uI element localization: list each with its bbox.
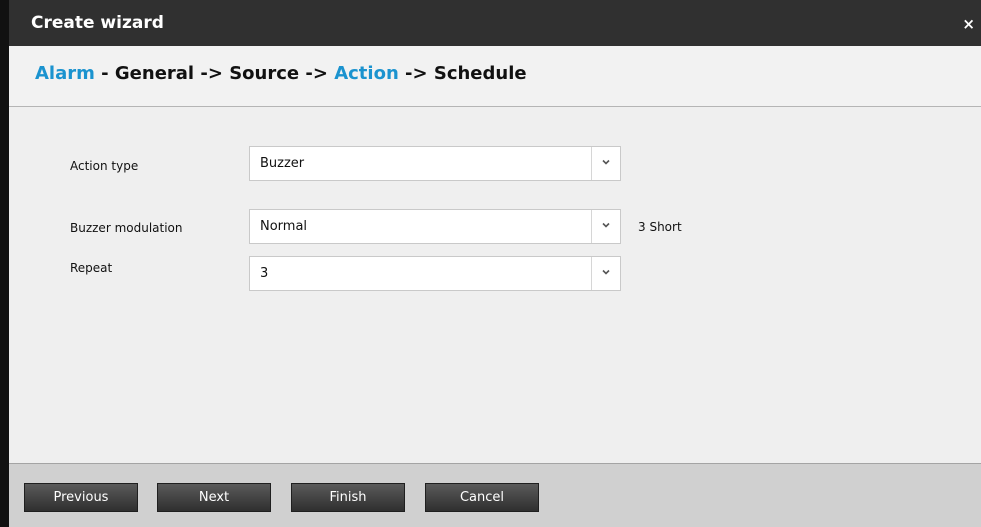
background-edge (0, 0, 9, 527)
close-icon[interactable]: × (962, 15, 975, 33)
select-divider (591, 210, 592, 243)
breadcrumb-separator: - (94, 63, 115, 84)
breadcrumb-step-general: General (114, 63, 195, 84)
chevron-down-icon (602, 222, 610, 228)
action-type-value: Buzzer (260, 156, 305, 171)
finish-button[interactable]: Finish (291, 483, 405, 512)
repeat-value: 3 (260, 266, 269, 281)
select-divider (591, 257, 592, 290)
dialog-title: Create wizard (31, 13, 164, 33)
breadcrumb: Alarm - General -> Source -> Action -> S… (9, 46, 981, 107)
action-type-select[interactable]: Buzzer (249, 146, 621, 181)
repeat-label: Repeat (70, 261, 113, 275)
breadcrumb-arrow: -> (299, 63, 335, 84)
next-button[interactable]: Next (157, 483, 271, 512)
dialog-footer: Previous Next Finish Cancel (9, 463, 981, 527)
create-wizard-dialog: Create wizard × Alarm - General -> Sourc… (9, 0, 981, 527)
breadcrumb-step-schedule: Schedule (433, 63, 527, 84)
select-divider (591, 147, 592, 180)
chevron-down-icon (602, 269, 610, 275)
breadcrumb-line: Alarm - General -> Source -> Action -> S… (35, 63, 527, 85)
buzzer-modulation-label: Buzzer modulation (70, 221, 183, 235)
buzzer-modulation-note: 3 Short (638, 220, 682, 234)
breadcrumb-arrow: -> (398, 63, 434, 84)
breadcrumb-step-action: Action (334, 63, 399, 84)
action-type-label: Action type (70, 159, 139, 173)
breadcrumb-step-alarm: Alarm (35, 63, 95, 84)
repeat-select[interactable]: 3 (249, 256, 621, 291)
breadcrumb-step-source: Source (229, 63, 300, 84)
previous-button[interactable]: Previous (24, 483, 138, 512)
chevron-down-icon (602, 159, 610, 165)
breadcrumb-arrow: -> (194, 63, 230, 84)
buzzer-modulation-select[interactable]: Normal (249, 209, 621, 244)
buzzer-modulation-value: Normal (260, 219, 308, 234)
cancel-button[interactable]: Cancel (425, 483, 539, 512)
dialog-titlebar: Create wizard × (9, 0, 981, 47)
